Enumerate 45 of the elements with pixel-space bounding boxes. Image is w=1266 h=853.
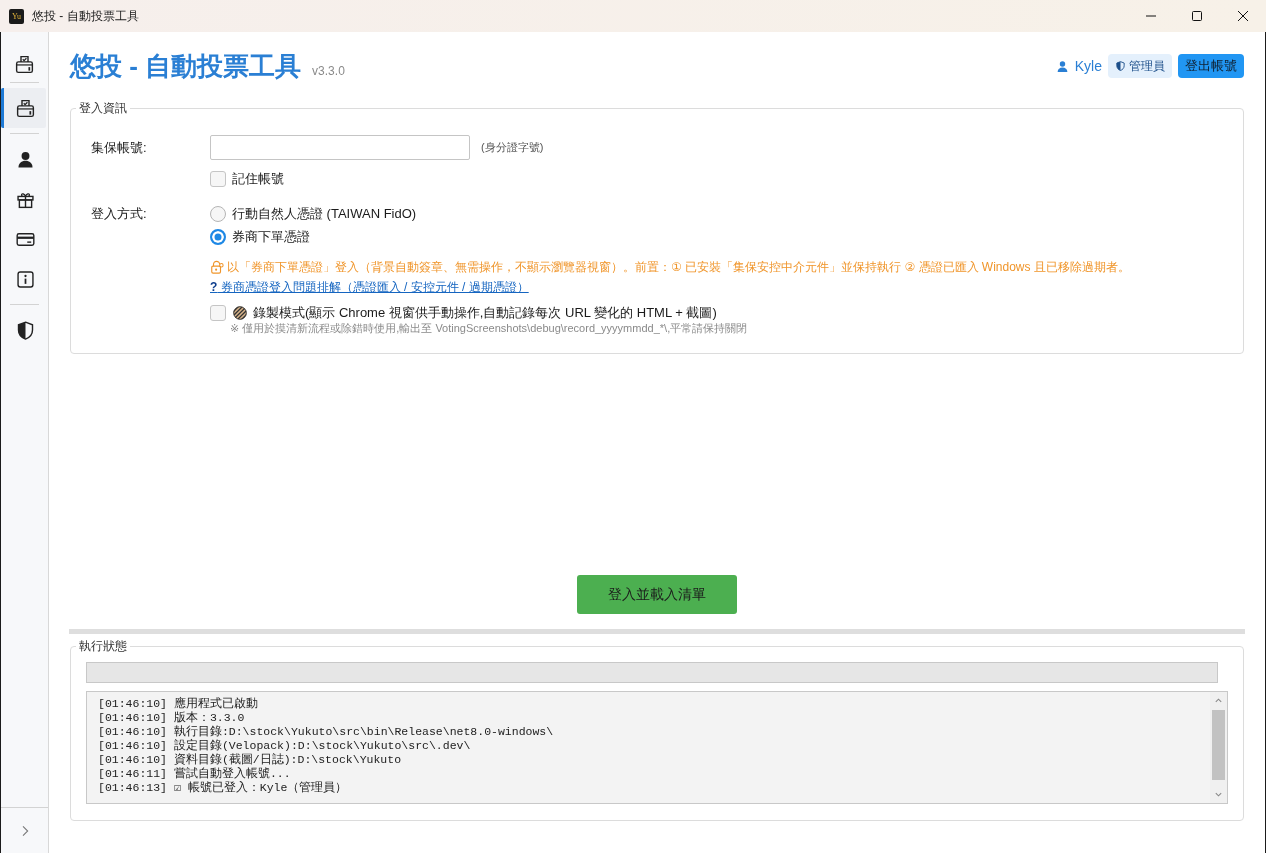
sidebar-item[interactable] — [1, 88, 46, 128]
radio-button[interactable] — [210, 228, 226, 245]
log-line: [01:46:10] 資料目錄(截圖/日誌):D:\stock\Yukuto — [98, 753, 403, 767]
window-title: 悠投 - 自動投票工具 — [32, 7, 139, 25]
ballot-box-icon — [14, 97, 36, 119]
recording-note: ※ 僅用於摸清新流程或除錯時使用,輸出至 VotingScreenshots\debug\record_yyyymmdd_*\,平常請保持關閉 — [230, 322, 748, 335]
account-label: 集保帳號: — [91, 139, 148, 157]
log-line: [01:46:11] 嘗試自動登入帳號... — [98, 767, 292, 781]
scrollbar-thumb[interactable] — [1212, 710, 1225, 780]
version-label: v3.3.0 — [312, 64, 345, 78]
log-line: [01:46:10] 版本：3.3.0 — [98, 711, 246, 725]
role-label: 管理員 — [1129, 57, 1165, 75]
log-line: [01:46:10] 設定目錄(Velopack):D:\stock\Yukuto\src\.dev\ — [98, 739, 472, 753]
help-link[interactable]: ? 券商憑證登入問題排解（憑證匯入 / 安控元件 / 過期憑證） — [210, 279, 529, 295]
checkbox[interactable] — [210, 305, 226, 321]
close-icon — [1238, 11, 1248, 21]
checkbox-label: 記住帳號 — [232, 170, 284, 188]
checkbox[interactable] — [210, 171, 226, 187]
lock-icon — [210, 260, 224, 274]
radio-button[interactable] — [210, 205, 226, 222]
notice-text: 以「券商下單憑證」登入（背景自動簽章、無需操作，不顯示瀏覽器視窗）。前置：① 已安裝「集保安控中介元件」並保持執行 ② 憑證已匯入 Windows 且已移除過期者。 — [227, 259, 1130, 275]
ballot-box-icon — [14, 54, 35, 75]
group-legend: 登入資訊 — [76, 101, 130, 115]
checkbox-label: 錄製模式(顯示 Chrome 視窗供手動操作,自動記錄每次 URL 變化的 HTML + 截圖) — [253, 304, 717, 322]
account-hint: (身分證字號) — [481, 140, 544, 155]
log-line: [01:46:10] 應用程式已啟動 — [98, 697, 259, 711]
login-button[interactable]: 登入並載入清單 — [577, 575, 737, 614]
maximize-icon — [1192, 11, 1202, 21]
logout-button[interactable]: 登出帳號 — [1178, 54, 1244, 78]
group-legend: 執行狀態 — [76, 639, 130, 653]
radio-label: 券商下單憑證 — [232, 227, 310, 246]
user-name: Kyle — [1074, 58, 1102, 74]
app-logo: Yu — [9, 8, 24, 24]
account-input[interactable] — [210, 135, 470, 160]
radio-label: 行動自然人憑證 (TAIWAN FidO) — [232, 204, 417, 223]
login-method-label: 登入方式: — [91, 205, 148, 223]
log-line: [01:46:10] 執行目錄:D:\stock\Yukuto\src\bin\Release\net8.0-windows\ — [98, 725, 555, 739]
hatched-circle-icon — [233, 306, 247, 320]
caret-up-icon[interactable] — [1214, 696, 1223, 705]
info-icon — [14, 268, 36, 290]
app-title: 悠投 - 自動投票工具 — [70, 50, 302, 83]
person-icon — [1055, 59, 1069, 73]
log-line: [01:46:13] ☑ 帳號已登入：Kyle（管理員） — [98, 781, 349, 795]
caret-down-icon[interactable] — [1214, 790, 1223, 799]
half-shield-icon — [1115, 60, 1126, 72]
